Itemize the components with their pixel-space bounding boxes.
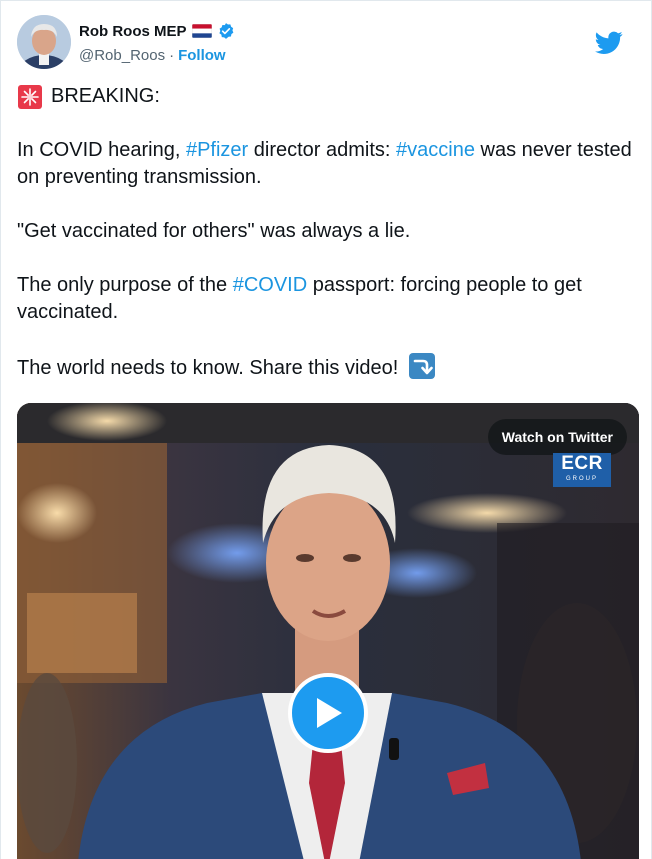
tweet-text-segment: The only purpose of the — [17, 274, 233, 296]
tweet-paragraph-3: "Get vaccinated for others" was always a… — [17, 218, 639, 245]
video-player[interactable]: Watch on Twitter ECR GROUP — [17, 403, 639, 859]
hashtag-covid-link[interactable]: #COVID — [233, 274, 307, 296]
hashtag-pfizer-link[interactable]: #Pfizer — [186, 139, 248, 161]
play-button[interactable] — [288, 673, 368, 753]
video-thumbnail — [17, 403, 639, 859]
author-handle[interactable]: @Rob_Roos — [79, 47, 165, 64]
verified-badge-icon — [217, 22, 235, 40]
avatar[interactable] — [17, 15, 71, 69]
author-handle-row: @Rob_Roos · Follow — [79, 45, 226, 65]
watch-on-twitter-button[interactable]: Watch on Twitter — [487, 419, 627, 455]
tweet-paragraph-1: BREAKING: — [17, 83, 639, 110]
tweet-text-segment: director admits: — [248, 139, 397, 161]
police-siren-icon — [17, 84, 43, 110]
breaking-label: BREAKING: — [51, 85, 160, 107]
author-display-name[interactable]: Rob Roos MEP — [79, 23, 187, 40]
play-icon — [317, 698, 342, 728]
tweet-paragraph-5: The world needs to know. Share this vide… — [17, 353, 639, 382]
tweet-paragraph-2: In COVID hearing, #Pfizer director admit… — [17, 137, 639, 191]
netherlands-flag-icon — [191, 24, 212, 38]
tweet-text: BREAKING: In COVID hearing, #Pfizer dire… — [17, 83, 639, 409]
tweet-text-segment: In COVID hearing, — [17, 139, 186, 161]
twitter-bird-icon[interactable] — [595, 31, 623, 55]
tweet-text-segment: "Get vaccinated for others" was always a… — [17, 220, 411, 242]
tweet-header: Rob Roos MEP @Rob_Roos · Follow — [17, 15, 637, 71]
tweet-text-segment: The world needs to know. Share this vide… — [17, 357, 404, 379]
tweet-embed-card: Rob Roos MEP @Rob_Roos · Follow BREAKING… — [0, 0, 652, 859]
ecr-group-logo: ECR GROUP — [553, 453, 611, 487]
separator-dot: · — [169, 46, 175, 64]
ecr-logo-subtext: GROUP — [565, 476, 598, 482]
hashtag-vaccine-link[interactable]: #vaccine — [396, 139, 475, 161]
author-name-row: Rob Roos MEP — [79, 21, 235, 41]
follow-button[interactable]: Follow — [178, 47, 226, 64]
tweet-paragraph-4: The only purpose of the #COVID passport:… — [17, 272, 639, 326]
ecr-logo-text: ECR — [561, 453, 603, 474]
right-arrow-curving-down-icon — [408, 353, 436, 379]
